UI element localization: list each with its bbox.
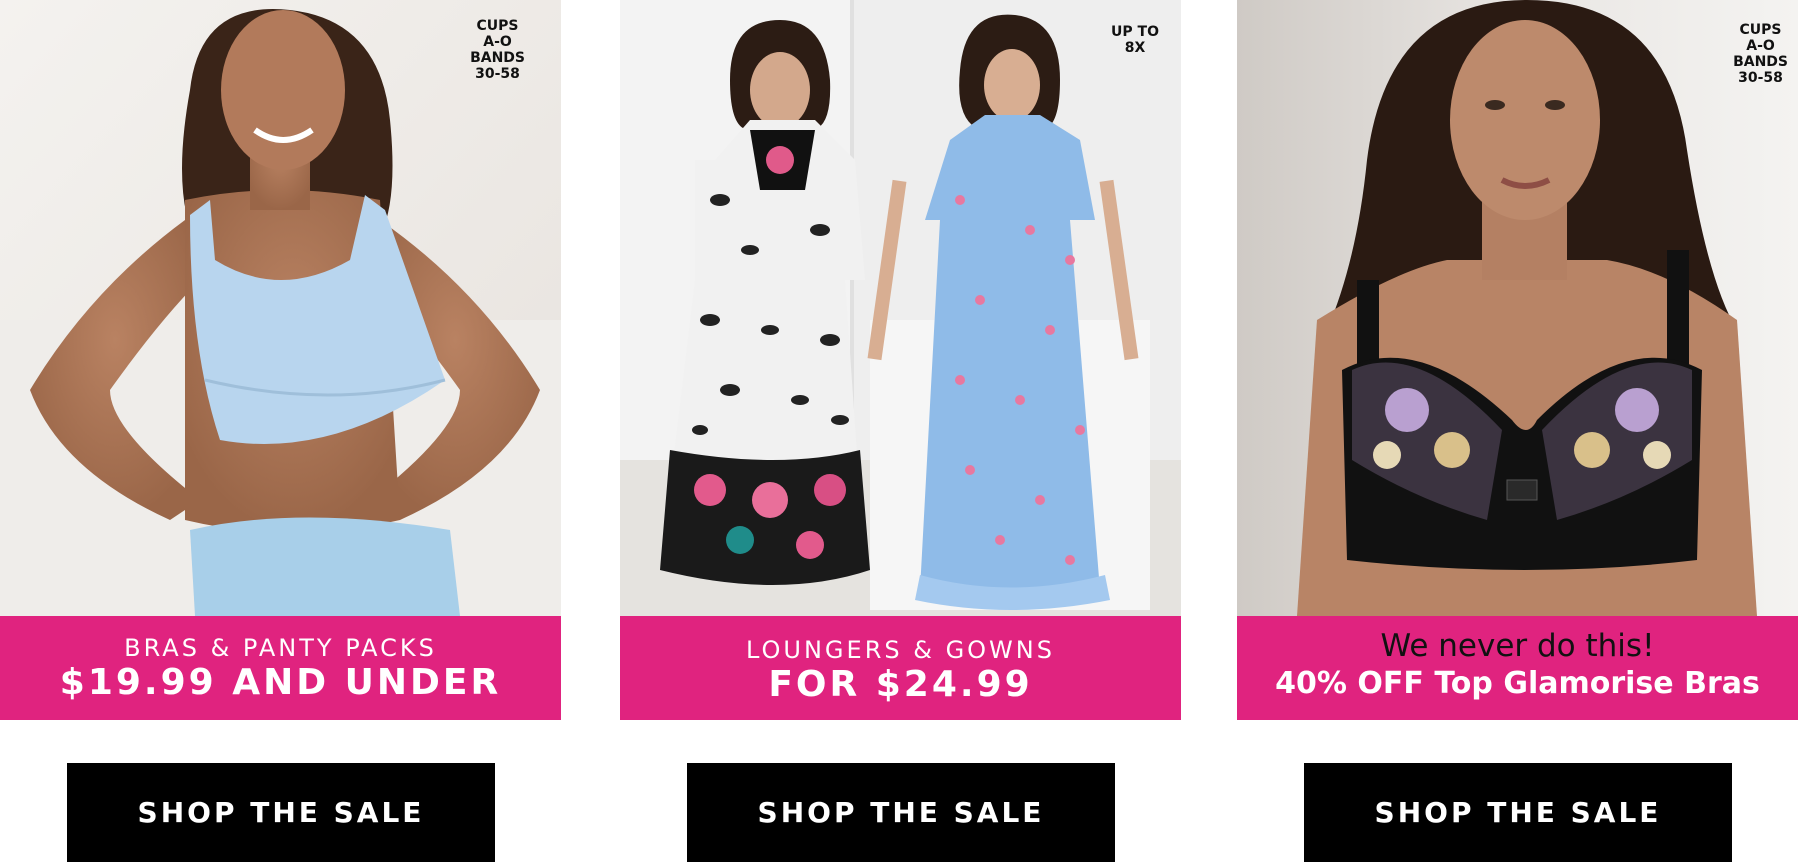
badge-line: UP TO <box>1111 24 1159 40</box>
size-range-badge: CUPS A-O BANDS 30-58 <box>1733 22 1788 86</box>
promo-banner[interactable]: BRAS & PANTY PACKS $19.99 AND UNDER <box>0 616 561 720</box>
badge-line: CUPS <box>476 18 519 34</box>
product-image-loungers-gowns[interactable]: UP TO 8X <box>620 0 1181 616</box>
promo-banner[interactable]: LOUNGERS & GOWNS FOR $24.99 <box>620 616 1181 720</box>
badge-line: 30-58 <box>475 66 520 82</box>
badge-line: BANDS <box>1733 54 1788 70</box>
promo-banner[interactable]: We never do this! 40% OFF Top Glamorise … <box>1237 616 1798 720</box>
banner-price: 40% OFF Top Glamorise Bras <box>1275 666 1760 701</box>
product-image-glamorise-bras[interactable]: CUPS A-O BANDS 30-58 <box>1237 0 1798 616</box>
size-range-badge: UP TO 8X <box>1111 24 1159 56</box>
badge-line: 30-58 <box>1738 70 1783 86</box>
shop-the-sale-button[interactable]: SHOP THE SALE <box>1304 763 1732 862</box>
product-image-bras-panty[interactable]: CUPS A-O BANDS 30-58 <box>0 0 561 616</box>
badge-line: 8X <box>1124 40 1146 56</box>
shop-the-sale-button[interactable]: SHOP THE SALE <box>67 763 495 862</box>
badge-line: CUPS <box>1739 22 1782 38</box>
banner-headline: LOUNGERS & GOWNS <box>746 636 1055 664</box>
banner-price: $19.99 AND UNDER <box>59 662 502 703</box>
size-range-badge: CUPS A-O BANDS 30-58 <box>470 18 525 82</box>
badge-line: BANDS <box>470 50 525 66</box>
badge-line: A-O <box>483 34 512 50</box>
badge-line: A-O <box>1746 38 1775 54</box>
shop-the-sale-button[interactable]: SHOP THE SALE <box>687 763 1115 862</box>
banner-headline: We never do this! <box>1380 628 1655 664</box>
banner-headline: BRAS & PANTY PACKS <box>124 634 437 662</box>
banner-price: FOR $24.99 <box>768 664 1033 705</box>
